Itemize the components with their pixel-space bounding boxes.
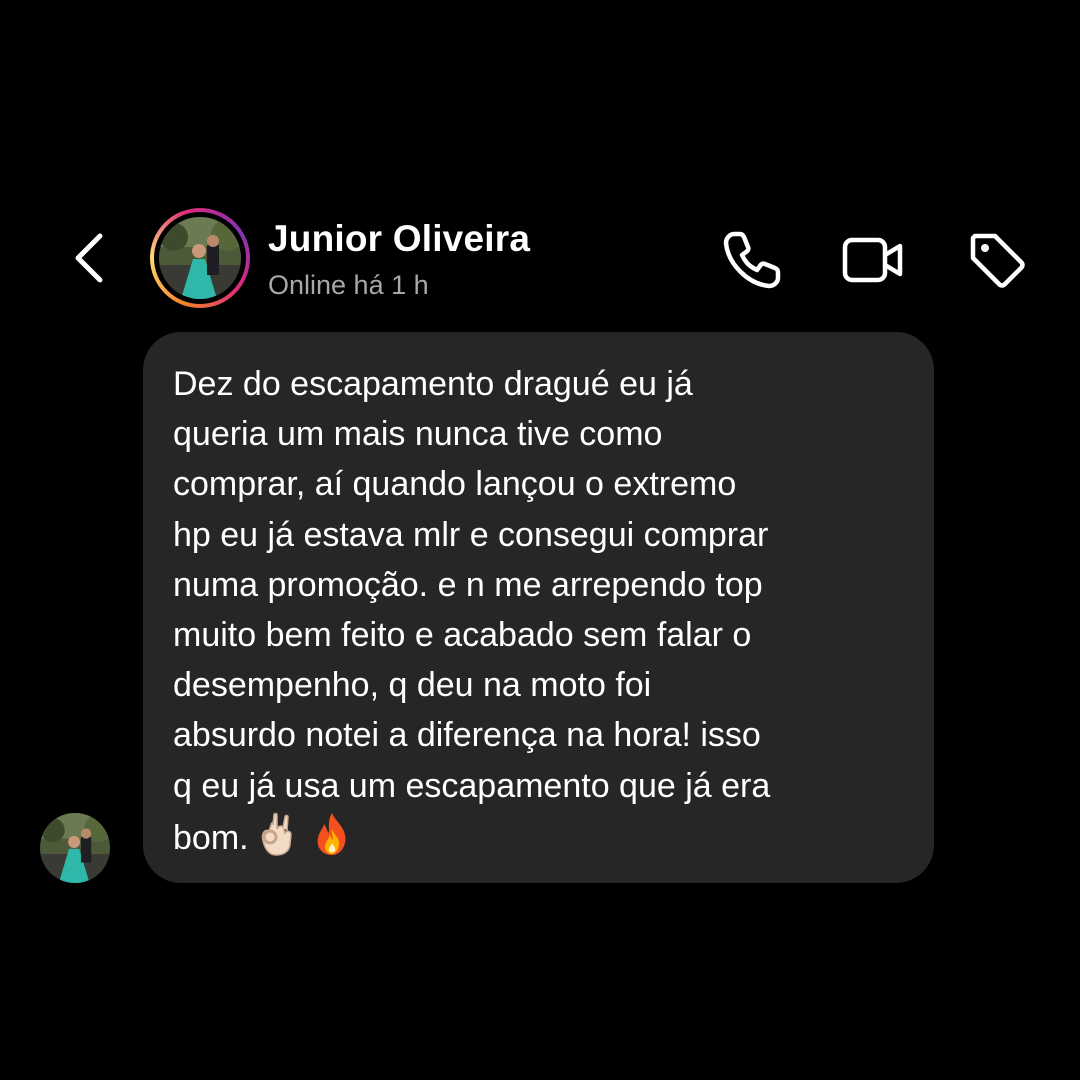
tag-icon [970,233,1025,288]
fire-emoji [317,812,345,855]
call-button[interactable] [720,228,784,292]
ok-hand-emoji [261,812,292,856]
phone-icon [723,231,781,289]
chat-header: Junior Oliveira Online há 1 h [0,200,1080,320]
video-camera-icon [842,237,903,283]
message-bubble[interactable]: Dez do escapamento dragué eu já queria u… [143,332,934,883]
message-body: Dez do escapamento dragué eu já queria u… [173,365,771,857]
tag-button[interactable] [965,228,1029,292]
sender-avatar[interactable] [40,813,110,883]
chevron-left-icon [75,233,103,283]
contact-avatar[interactable] [150,208,250,308]
contact-name[interactable]: Junior Oliveira [268,218,530,260]
message-text: Dez do escapamento dragué eu já queria u… [173,359,914,863]
avatar-photo [159,217,241,299]
contact-status: Online há 1 h [268,270,429,300]
back-button[interactable] [66,230,116,286]
video-call-button[interactable] [840,228,904,292]
